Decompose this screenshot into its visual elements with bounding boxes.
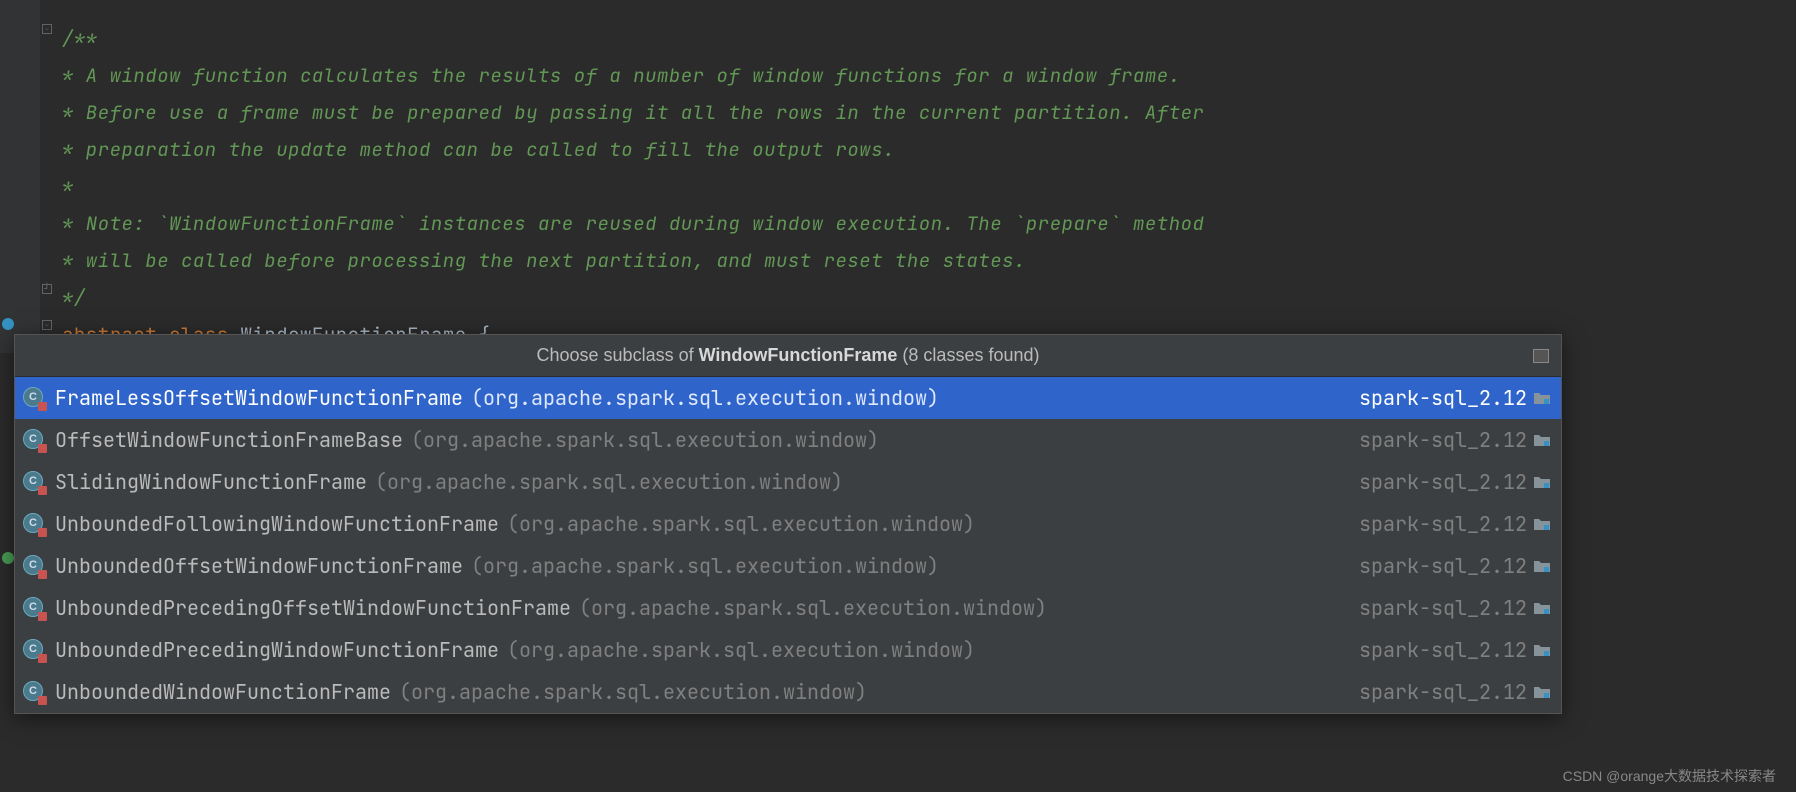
- subclass-chooser-popup: Choose subclass of WindowFunctionFrame (…: [14, 334, 1562, 714]
- subclass-name: OffsetWindowFunctionFrameBase: [55, 425, 403, 455]
- module-name: spark-sql_2.12: [1359, 593, 1527, 623]
- class-icon: C: [23, 555, 45, 577]
- class-icon: C: [23, 681, 45, 703]
- gutter: [0, 0, 40, 353]
- module-name: spark-sql_2.12: [1359, 635, 1527, 665]
- code-editor[interactable]: − ┘ − /** * A window function calculates…: [0, 0, 1796, 353]
- class-icon: C: [23, 639, 45, 661]
- fold-close-icon[interactable]: ┘: [42, 284, 52, 294]
- subclass-item[interactable]: C UnboundedOffsetWindowFunctionFrame (org.…: [15, 545, 1561, 587]
- module-name: spark-sql_2.12: [1359, 551, 1527, 581]
- doc-comment-start: /**: [62, 20, 1796, 57]
- library-folder-icon: [1533, 601, 1551, 615]
- subclass-package: (org.apache.spark.sql.execution.window): [507, 509, 975, 539]
- subclass-item[interactable]: C UnboundedPrecedingOffsetWindowFunctionF…: [15, 587, 1561, 629]
- subclass-name: SlidingWindowFunctionFrame: [55, 467, 367, 497]
- code-content[interactable]: /** * A window function calculates the r…: [0, 0, 1796, 353]
- class-icon: C: [23, 597, 45, 619]
- subclass-item[interactable]: C UnboundedWindowFunctionFrame (org.apache…: [15, 671, 1561, 713]
- library-folder-icon: [1533, 643, 1551, 657]
- subclass-item[interactable]: C UnboundedFollowingWindowFunctionFrame (o…: [15, 503, 1561, 545]
- module-name: spark-sql_2.12: [1359, 425, 1527, 455]
- doc-comment-line: * Before use a frame must be prepared by…: [62, 94, 1796, 131]
- class-icon: C: [23, 513, 45, 535]
- popup-header-prefix: Choose subclass of: [537, 345, 699, 365]
- class-icon: C: [23, 429, 45, 451]
- doc-comment-line: * will be called before processing the n…: [62, 242, 1796, 279]
- doc-comment-line: * A window function calculates the resul…: [62, 57, 1796, 94]
- subclass-package: (org.apache.spark.sql.execution.window): [399, 677, 867, 707]
- subclass-item[interactable]: C OffsetWindowFunctionFrameBase (org.apach…: [15, 419, 1561, 461]
- library-folder-icon: [1533, 559, 1551, 573]
- subclass-name: UnboundedOffsetWindowFunctionFrame: [55, 551, 463, 581]
- subclass-package: (org.apache.spark.sql.execution.window): [471, 551, 939, 581]
- subclass-item[interactable]: C UnboundedPrecedingWindowFunctionFrame (o…: [15, 629, 1561, 671]
- subclass-package: (org.apache.spark.sql.execution.window): [375, 467, 843, 497]
- popup-header-suffix: (8 classes found): [897, 345, 1039, 365]
- subclass-name: UnboundedWindowFunctionFrame: [55, 677, 391, 707]
- subclass-name: FrameLessOffsetWindowFunctionFrame: [55, 383, 463, 413]
- library-folder-icon: [1533, 475, 1551, 489]
- popup-list[interactable]: C FrameLessOffsetWindowFunctionFrame (org.…: [15, 377, 1561, 713]
- subclass-name: UnboundedFollowingWindowFunctionFrame: [55, 509, 499, 539]
- gutter-override-marker[interactable]: [2, 318, 14, 330]
- doc-comment-end: */: [62, 279, 1796, 316]
- doc-comment-line: *: [62, 168, 1796, 205]
- library-folder-icon: [1533, 685, 1551, 699]
- subclass-package: (org.apache.spark.sql.execution.window): [579, 593, 1047, 623]
- subclass-package: (org.apache.spark.sql.execution.window): [471, 383, 939, 413]
- watermark-text: CSDN @orange大数据技术探索者: [1563, 766, 1776, 786]
- module-name: spark-sql_2.12: [1359, 677, 1527, 707]
- pin-icon[interactable]: [1533, 349, 1549, 363]
- fold-toggle-icon[interactable]: −: [42, 24, 52, 34]
- gutter-implements-marker[interactable]: [2, 552, 14, 564]
- popup-header-classname: WindowFunctionFrame: [699, 345, 898, 365]
- popup-header: Choose subclass of WindowFunctionFrame (…: [15, 335, 1561, 377]
- doc-comment-line: * Note: `WindowFunctionFrame` instances …: [62, 205, 1796, 242]
- doc-comment-line: * preparation the update method can be c…: [62, 131, 1796, 168]
- library-folder-icon: [1533, 517, 1551, 531]
- class-icon: C: [23, 471, 45, 493]
- subclass-package: (org.apache.spark.sql.execution.window): [411, 425, 879, 455]
- module-name: spark-sql_2.12: [1359, 467, 1527, 497]
- subclass-name: UnboundedPrecedingWindowFunctionFrame: [55, 635, 499, 665]
- fold-toggle-icon[interactable]: −: [42, 320, 52, 330]
- subclass-item[interactable]: C SlidingWindowFunctionFrame (org.apache.s…: [15, 461, 1561, 503]
- module-name: spark-sql_2.12: [1359, 383, 1527, 413]
- library-folder-icon: [1533, 433, 1551, 447]
- subclass-package: (org.apache.spark.sql.execution.window): [507, 635, 975, 665]
- library-folder-icon: [1533, 391, 1551, 405]
- module-name: spark-sql_2.12: [1359, 509, 1527, 539]
- class-icon: C: [23, 387, 45, 409]
- subclass-name: UnboundedPrecedingOffsetWindowFunctionFr…: [55, 593, 571, 623]
- subclass-item[interactable]: C FrameLessOffsetWindowFunctionFrame (org.…: [15, 377, 1561, 419]
